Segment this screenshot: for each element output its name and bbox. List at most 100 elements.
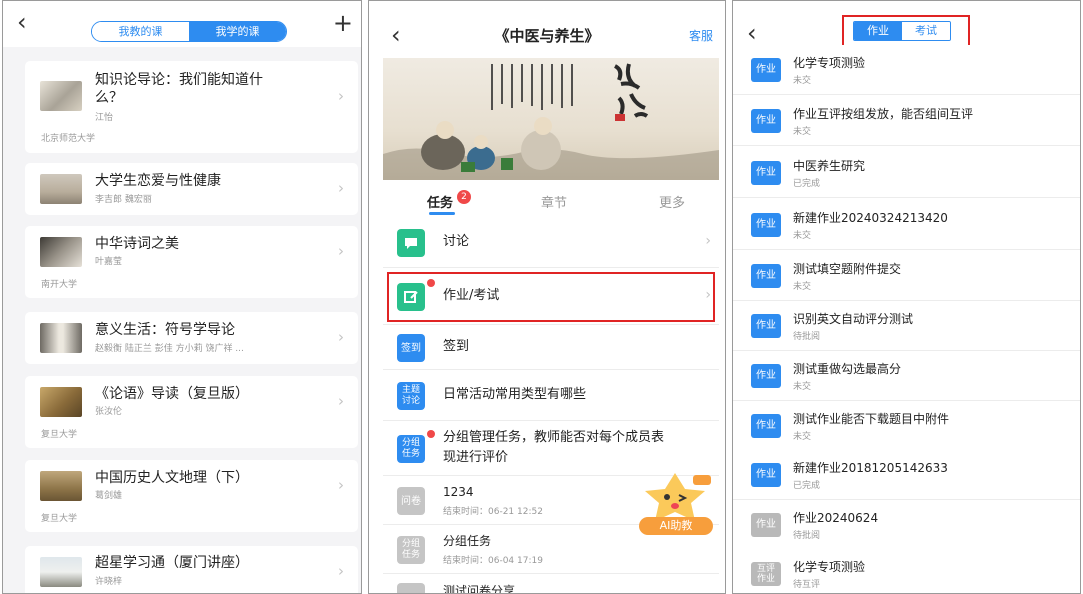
homework-type-badge: 作业 [751,414,781,438]
homework-item[interactable]: 作业 新建作业20181205142633 已完成 [733,450,1080,500]
course-card[interactable]: 意义生活：符号学导论 赵毅衡 陆正兰 彭佳 方小莉 饶广祥 ... › [25,312,358,364]
task-label: 分组任务 [443,534,492,548]
homework-title: 作业互评按组发放，能否组间互评 [793,107,974,121]
star-mascot-icon [645,473,711,521]
ink-painting-illustration [383,63,719,180]
homework-title: 识别英文自动评分测试 [793,312,914,326]
homework-title: 新建作业20240324213420 [793,211,948,225]
course-title: 中国历史人文地理（下） [95,470,249,486]
task-label: 签到 [443,339,470,354]
course-role-segment: 我教的课 我学的课 [91,21,287,42]
task-end-time: 结束时间：06-21 12:52 [443,507,543,517]
homework-status: 待互评 [793,580,821,590]
customer-service-link[interactable]: 客服 [689,27,713,44]
unread-dot [427,430,435,438]
group-task-icon: 分组 任务 [397,435,425,463]
course-card[interactable]: 知识论导论：我们能知道什 么？ 江怡 北京师范大学 › [25,61,358,153]
course-card[interactable]: 中国历史人文地理（下） 葛剑雄 复旦大学 › [25,460,358,532]
homework-status: 待批阅 [793,332,821,342]
homework-type-badge: 互评 作业 [751,562,781,586]
homework-item[interactable]: 作业 识别英文自动评分测试 待批阅 [733,301,1080,351]
back-icon[interactable]: ‹ [17,10,27,34]
homework-type-badge: 作业 [751,213,781,237]
homework-item[interactable]: 作业 测试作业能否下载题目中附件 未交 [733,401,1080,451]
chevron-right-icon: › [338,392,344,410]
task-item-checkin[interactable]: 签到 签到 [383,326,719,370]
homework-item[interactable]: 作业 化学专项测验 未交 [733,45,1080,95]
homework-item[interactable]: 互评 作业 化学专项测验待互评 [733,549,1080,593]
add-icon[interactable]: + [333,11,353,35]
task-item-topic-discussion[interactable]: 主题 讨论 日常活动常用类型有哪些 [383,371,719,421]
homework-status: 未交 [793,231,812,241]
ai-assistant-button[interactable]: AI助教 [633,471,717,537]
homework-title: 作业20240624 [793,511,879,525]
homework-item[interactable]: 作业 作业20240624 待批阅 [733,500,1080,550]
course-detail-screen: ‹ 《中医与养生》 客服 任务 2 章节 更多 讨论 › 作业/考试 › 签到 … [368,0,726,594]
course-teacher: 江怡 [95,113,114,123]
course-thumbnail [40,323,82,353]
course-school: 南开大学 [41,280,78,290]
questionnaire-icon: 问卷 [397,487,425,515]
course-title: 意义生活：符号学导论 [95,322,235,338]
tab-chapters[interactable]: 章节 [541,192,567,211]
course-card[interactable]: 大学生恋爱与性健康 李吉郎 魏宏丽 › [25,163,358,215]
homework-type-badge: 作业 [751,109,781,133]
chevron-right-icon: › [338,476,344,494]
course-thumbnail [40,387,82,417]
chevron-right-icon: › [338,242,344,260]
course-teacher: 许晓梓 [95,577,123,587]
questionnaire-icon [397,583,425,593]
course-teacher: 李吉郎 魏宏丽 [95,195,152,205]
homework-list-screen: ‹ 作业 考试 作业 化学专项测验 未交 作业 作业互评按组发放，能否组间互评 未交 作业中… [732,0,1081,594]
homework-item[interactable]: 作业 中医养生研究已完成 [733,148,1080,198]
back-icon[interactable]: ‹ [747,21,757,45]
task-item-group-task[interactable]: 分组 任务 分组管理任务，教师能否对每个成员表 现进行评价 [383,422,719,476]
course-title: 《论语》导读（复旦版） [95,386,249,402]
tab-teaching-courses[interactable]: 我教的课 [92,22,189,41]
tab-tasks[interactable]: 任务 [427,192,453,211]
homework-item[interactable]: 作业 作业互评按组发放，能否组间互评未交 [733,96,1080,146]
course-card[interactable]: 《论语》导读（复旦版） 张汝伦 复旦大学 › [25,376,358,448]
checkin-icon: 签到 [397,334,425,362]
tab-more[interactable]: 更多 [659,192,685,211]
homework-title: 化学专项测验 [793,560,866,574]
homework-title: 化学专项测验 [793,56,866,70]
task-label-line2: 现进行评价 [443,450,509,465]
homework-title: 中医养生研究 [793,159,866,173]
homework-item[interactable]: 作业 测试重做勾选最高分 未交 [733,351,1080,401]
course-teacher: 张汝伦 [95,407,123,417]
course-thumbnail [40,174,82,204]
homework-item[interactable]: 作业 新建作业20240324213420 未交 [733,200,1080,250]
tab-learning-courses[interactable]: 我学的课 [189,22,286,41]
course-teacher: 葛剑雄 [95,491,123,501]
group-task-icon: 分组 任务 [397,536,425,564]
task-label: 1234 [443,485,474,499]
homework-status: 待批阅 [793,531,821,541]
course-thumbnail [40,81,82,111]
ai-assistant-label: AI助教 [639,517,713,535]
course-title: 中华诗词之美 [95,236,179,252]
course-teacher: 叶嘉莹 [95,257,123,267]
course-thumbnail [40,557,82,587]
course-tabs: 任务 2 章节 更多 [369,182,725,216]
task-item-discussion[interactable]: 讨论 › [383,218,719,268]
course-title-line2: 么？ [95,90,123,106]
course-card[interactable]: 中华诗词之美 叶嘉莹 南开大学 › [25,226,358,298]
chevron-right-icon: › [338,179,344,197]
homework-type-badge: 作业 [751,161,781,185]
task-label: 讨论 [443,234,470,249]
task-item-questionnaire-share[interactable]: 测试问卷分享 [383,575,719,593]
homework-title: 新建作业20181205142633 [793,461,948,475]
task-label: 分组管理任务，教师能否对每个成员表 [443,430,665,445]
homework-type-badge: 作业 [751,463,781,487]
topic-discussion-icon: 主题 讨论 [397,382,425,410]
homework-title: 测试重做勾选最高分 [793,362,902,376]
homework-status: 已完成 [793,179,821,189]
task-count-badge: 2 [457,190,471,204]
homework-status: 未交 [793,127,812,137]
homework-title: 测试填空题附件提交 [793,262,902,276]
course-card[interactable]: 超星学习通（厦门讲座） 许晓梓 › [25,546,358,593]
homework-item[interactable]: 作业 测试填空题附件提交 未交 [733,251,1080,301]
highlight-box [842,15,970,47]
course-title: 知识论导论：我们能知道什 [95,72,263,88]
